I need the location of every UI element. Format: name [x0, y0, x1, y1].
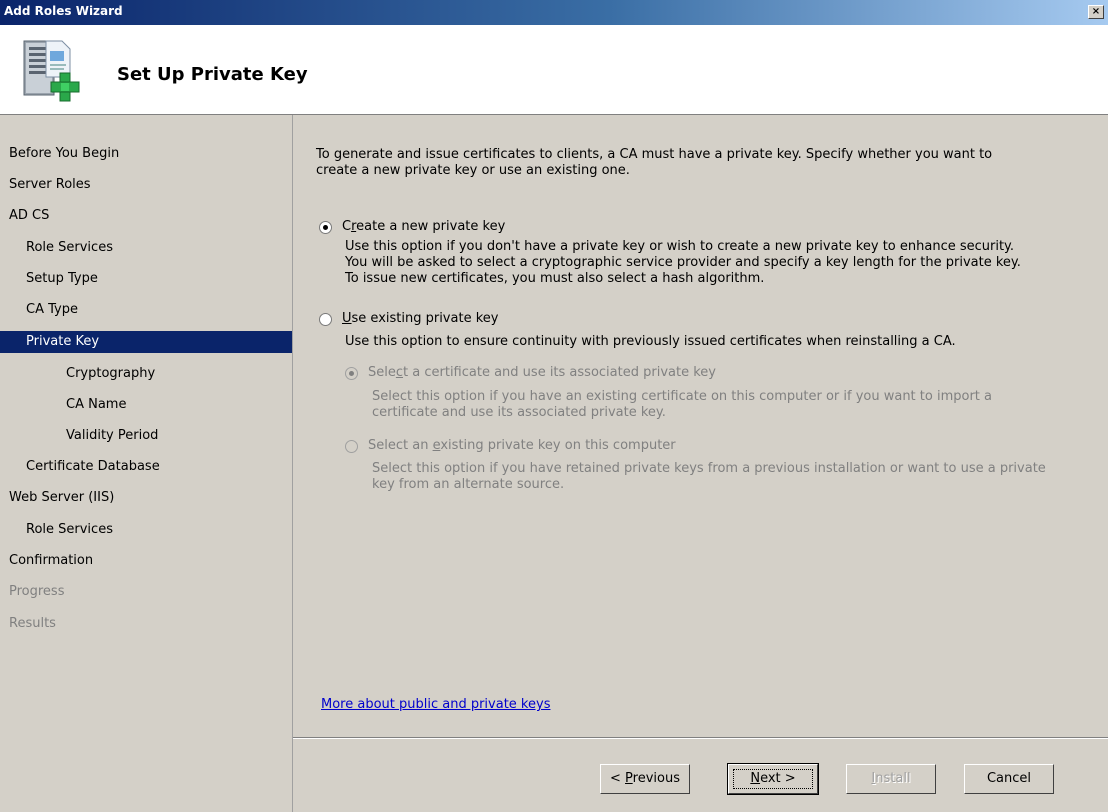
label-accelerator: c	[395, 365, 404, 380]
nav-step-label: Web Server (IIS)	[9, 490, 115, 505]
label-text: se existing private key	[351, 311, 499, 326]
intro-text-line: To generate and issue certificates to cl…	[316, 147, 993, 162]
nav-step-label: Role Services	[26, 240, 113, 255]
public-private-keys-help-link[interactable]: More about public and private keys	[321, 697, 550, 712]
wizard-content: To generate and issue certificates to cl…	[293, 115, 1108, 737]
nav-step-validity-period: Validity Period	[0, 425, 292, 447]
create-new-key-radio[interactable]	[319, 221, 332, 234]
nav-step-private-key: Private Key	[0, 331, 292, 353]
add-roles-wizard-window: Add Roles Wizard × Set Up Private Key Be…	[0, 0, 1108, 812]
label-text: Select an	[368, 438, 433, 453]
nav-step-label: Setup Type	[26, 271, 98, 286]
install-button[interactable]: Install	[846, 764, 936, 794]
close-button[interactable]: ×	[1088, 5, 1104, 19]
wizard-header: Set Up Private Key	[0, 25, 1108, 115]
nav-step-label: Progress	[9, 584, 65, 599]
select-certificate-description: Select this option if you have an existi…	[372, 389, 992, 404]
select-certificate-radio[interactable]	[345, 367, 358, 380]
select-existing-key-radio[interactable]	[345, 440, 358, 453]
use-existing-key-description: Use this option to ensure continuity wit…	[345, 334, 956, 349]
intro-text-line: create a new private key or use an exist…	[316, 163, 630, 178]
nav-step-role-services: Role Services	[0, 237, 292, 259]
create-new-key-description: Use this option if you don't have a priv…	[345, 239, 1015, 254]
nav-step-confirmation: Confirmation	[0, 550, 292, 572]
nav-step-label: Private Key	[26, 334, 100, 349]
nav-step-results: Results	[0, 613, 292, 635]
title-bar[interactable]: Add Roles Wizard ×	[0, 0, 1108, 25]
nav-step-before-you-begin: Before You Begin	[0, 143, 292, 165]
create-new-key-label[interactable]: Create a new private key	[342, 219, 505, 234]
nav-step-label: Cryptography	[66, 366, 156, 381]
label-text: t a certificate and use its associated p…	[403, 365, 716, 380]
nav-step-label: Results	[9, 616, 56, 631]
cancel-button[interactable]: Cancel	[964, 764, 1054, 794]
nav-step-label: Confirmation	[9, 553, 94, 568]
nav-step-setup-type: Setup Type	[0, 268, 292, 290]
nav-step-label: Server Roles	[9, 177, 91, 192]
select-certificate-description: certificate and use its associated priva…	[372, 405, 666, 420]
focus-rectangle	[733, 769, 813, 789]
select-existing-key-description: key from an alternate source.	[372, 477, 565, 492]
nav-step-label: Validity Period	[66, 428, 159, 443]
button-text: revious	[632, 771, 680, 786]
nav-step-ad-cs: AD CS	[0, 205, 292, 227]
nav-step-server-roles: Server Roles	[0, 174, 292, 196]
nav-step-label: Before You Begin	[9, 146, 120, 161]
select-certificate-label[interactable]: Select a certificate and use its associa…	[368, 365, 716, 380]
nav-step-ca-type: CA Type	[0, 299, 292, 321]
label-text: C	[342, 219, 352, 234]
nav-step-label: CA Type	[26, 302, 78, 317]
page-title: Set Up Private Key	[117, 64, 308, 85]
create-new-key-description: To issue new certificates, you must also…	[345, 271, 765, 286]
nav-step-progress: Progress	[0, 581, 292, 603]
label-text: xisting private key on this computer	[440, 438, 676, 453]
nav-step-ca-name: CA Name	[0, 394, 292, 416]
create-new-key-description: You will be asked to select a cryptograp…	[345, 255, 1021, 270]
previous-button[interactable]: < Previous	[600, 764, 690, 794]
wizard-footer: < Previous Next > Install Cancel	[293, 737, 1108, 812]
nav-step-label: Role Services	[26, 522, 113, 537]
nav-step-iis-role-services: Role Services	[0, 519, 292, 541]
label-text: Sele	[368, 365, 396, 380]
button-text: <	[610, 771, 626, 786]
wizard-steps-nav: Before You Begin Server Roles AD CS Role…	[0, 115, 293, 812]
label-text: eate a new private key	[356, 219, 506, 234]
label-accelerator: U	[342, 311, 352, 326]
next-button[interactable]: Next >	[727, 763, 819, 795]
use-existing-key-label[interactable]: Use existing private key	[342, 311, 498, 326]
button-text: nstall	[875, 771, 911, 786]
nav-step-certificate-database: Certificate Database	[0, 456, 292, 478]
server-add-icon	[23, 40, 80, 102]
nav-step-label: Certificate Database	[26, 459, 160, 474]
select-existing-key-label[interactable]: Select an existing private key on this c…	[368, 438, 676, 453]
use-existing-key-radio[interactable]	[319, 313, 332, 326]
window-title: Add Roles Wizard	[4, 4, 123, 18]
nav-step-label: AD CS	[9, 208, 50, 223]
nav-step-web-server-iis: Web Server (IIS)	[0, 487, 292, 509]
nav-step-cryptography: Cryptography	[0, 363, 292, 385]
button-accelerator: P	[625, 771, 633, 786]
nav-step-label: CA Name	[66, 397, 127, 412]
select-existing-key-description: Select this option if you have retained …	[372, 461, 1046, 476]
